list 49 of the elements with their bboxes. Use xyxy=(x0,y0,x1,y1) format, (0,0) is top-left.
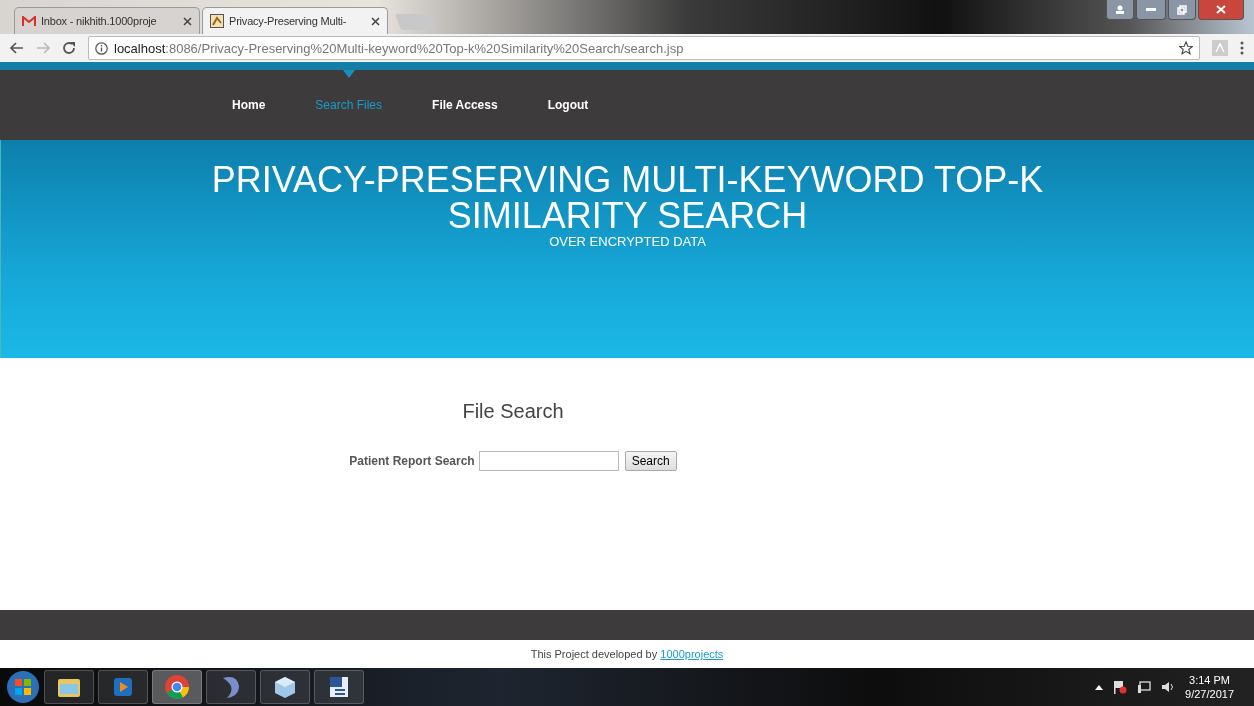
reload-icon[interactable] xyxy=(62,41,76,55)
minimize-button[interactable] xyxy=(1136,0,1166,20)
taskbar-app-button[interactable] xyxy=(314,670,364,704)
address-field[interactable]: localhost:8086/Privacy-Preserving%20Multi-keyword%20Top-k%20Similarity%20Search/search.jsp xyxy=(88,36,1200,60)
flag-icon[interactable] xyxy=(1113,680,1128,694)
taskbar-app-button[interactable] xyxy=(206,670,256,704)
clock-date: 9/27/2017 xyxy=(1185,687,1234,701)
play-icon xyxy=(113,677,133,697)
footer-text: This Project developed by 1000projects xyxy=(530,648,724,660)
mail-icon xyxy=(22,15,36,27)
field-label: Patient Report Search xyxy=(349,454,475,468)
taskbar-app-button[interactable] xyxy=(98,670,148,704)
active-pointer-icon xyxy=(342,70,355,78)
taskbar-app-button[interactable] xyxy=(260,670,310,704)
browser-tab[interactable]: Inbox - nikhith.1000proje xyxy=(14,7,200,34)
browser-tab[interactable]: Privacy-Preserving Multi- xyxy=(202,7,388,34)
maximize-button[interactable] xyxy=(1168,0,1196,20)
search-button[interactable]: Search xyxy=(624,451,677,471)
info-icon xyxy=(95,41,108,55)
back-icon[interactable] xyxy=(10,42,24,54)
close-window-button[interactable] xyxy=(1198,0,1244,20)
nav-link[interactable]: Logout xyxy=(547,98,589,112)
taskbar-app-button[interactable] xyxy=(44,670,94,704)
clock-time: 3:14 PM xyxy=(1189,673,1230,687)
start-icon[interactable] xyxy=(6,670,40,704)
close-icon xyxy=(1216,5,1226,14)
minimize-icon xyxy=(1146,8,1156,11)
nav-link[interactable]: Search Files xyxy=(315,98,383,112)
site-subtitle: OVER ENCRYPTED DATA xyxy=(549,234,706,249)
restore-icon xyxy=(1177,4,1187,15)
nav-link[interactable]: Home xyxy=(232,98,266,112)
star-icon[interactable] xyxy=(1179,41,1193,55)
close-icon[interactable] xyxy=(371,16,380,26)
favicon-icon xyxy=(210,14,224,28)
network-icon[interactable] xyxy=(1137,680,1152,694)
chrome-icon xyxy=(164,674,190,700)
section-heading: File Search xyxy=(462,400,564,423)
search-field[interactable] xyxy=(478,451,619,471)
close-icon[interactable] xyxy=(183,16,192,26)
profile-button[interactable] xyxy=(1106,0,1134,20)
folder-icon xyxy=(57,676,81,698)
menu-icon[interactable] xyxy=(1240,41,1244,55)
site-title: PRIVACY-PRESERVING MULTI-KEYWORD TOP-K SIMILARITY SEARCH xyxy=(210,162,1045,234)
volume-icon[interactable] xyxy=(1161,681,1176,693)
cube-icon xyxy=(273,675,297,699)
nav-link[interactable]: File Access xyxy=(432,98,498,112)
url-text: localhost:8086/Privacy-Preserving%20Multi-keyword%20Top-k%20Similarity%20Search/search.jsp xyxy=(114,40,684,56)
person-icon xyxy=(1115,5,1125,14)
up-arrow-icon[interactable] xyxy=(1095,684,1104,690)
